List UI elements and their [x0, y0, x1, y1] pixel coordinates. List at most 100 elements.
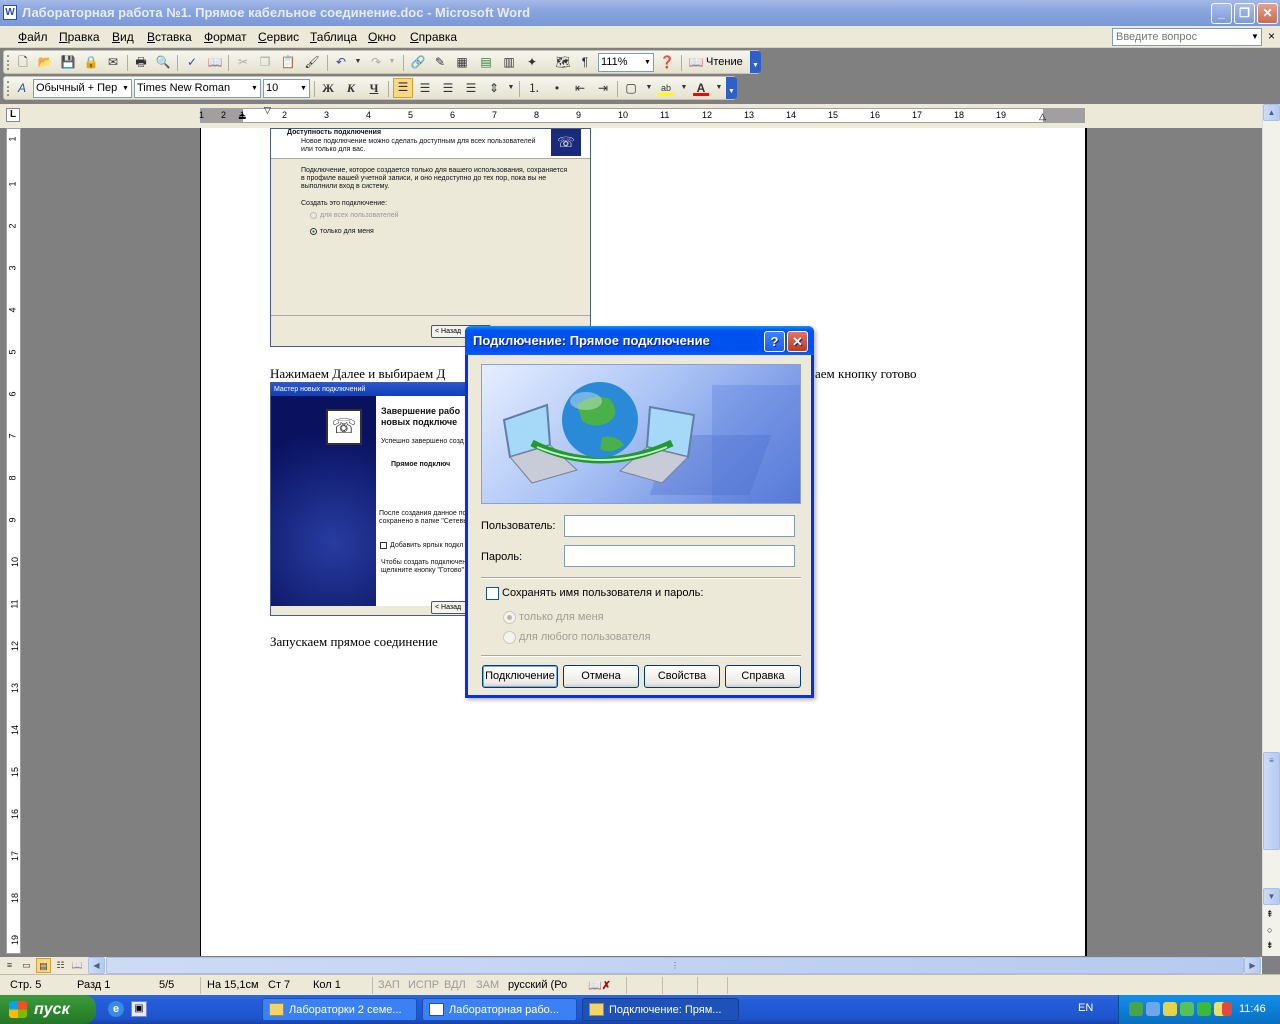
status-at[interactable]: На 15,1см	[207, 979, 259, 991]
chevron-down-icon[interactable]: ▼	[384, 54, 400, 70]
highlight-icon[interactable]: ab	[658, 80, 674, 96]
line-spacing-icon[interactable]: ⇕	[486, 80, 502, 96]
internet-explorer-icon[interactable]: e	[108, 1001, 124, 1017]
toolbar-grip[interactable]	[7, 55, 10, 70]
redo-icon[interactable]: ↷	[368, 54, 384, 70]
size-select[interactable]: 10 ▼	[263, 79, 310, 98]
hscroll-thumb[interactable]: ⋮	[106, 957, 1244, 974]
right-indent-marker[interactable]: △	[1039, 111, 1046, 122]
chevron-down-icon[interactable]: ▼	[642, 54, 653, 71]
alert-icon[interactable]	[1222, 1002, 1232, 1016]
scroll-right-icon[interactable]: ▶	[1244, 957, 1261, 974]
taskbar-item-word[interactable]: Лабораторная рабо...	[422, 998, 577, 1021]
status-ovr[interactable]: ЗАМ	[476, 979, 499, 991]
restore-button[interactable]: ❐	[1234, 3, 1255, 24]
dialog-help-button[interactable]: ?	[764, 331, 785, 352]
spelling-icon[interactable]: ✓	[184, 54, 200, 70]
print-layout-icon[interactable]: ▤	[36, 958, 51, 973]
columns-icon[interactable]: ▥	[501, 54, 517, 70]
hyperlink-icon[interactable]: 🔗	[410, 54, 426, 70]
status-col[interactable]: Кол 1	[313, 979, 341, 991]
insert-table-icon[interactable]: ▦	[454, 54, 470, 70]
chevron-down-icon[interactable]: ▼	[120, 80, 131, 97]
paste-icon[interactable]: 📋	[280, 54, 296, 70]
increase-indent-icon[interactable]: ⇥	[595, 80, 611, 96]
print-preview-icon[interactable]: 🔍	[155, 54, 171, 70]
save-icon[interactable]: 💾	[60, 54, 76, 70]
network-icon[interactable]	[1129, 1002, 1143, 1016]
status-ext[interactable]: ВДЛ	[444, 979, 466, 991]
numbering-icon[interactable]: ⒈	[526, 80, 542, 96]
cancel-button[interactable]: Отмена	[563, 665, 639, 688]
underline-button[interactable]: Ч	[366, 80, 382, 96]
status-line[interactable]: Ст 7	[268, 979, 290, 991]
zoom-select[interactable]: 111% ▼	[598, 53, 654, 72]
chevron-down-icon[interactable]: ▼	[711, 80, 727, 96]
vertical-ruler[interactable]: 11234567891011121314151617181920	[6, 128, 21, 987]
dialog-close-button[interactable]: ✕	[787, 331, 808, 352]
close-doc-icon[interactable]: ×	[1268, 29, 1275, 43]
reading-icon[interactable]: 📖	[688, 54, 704, 70]
first-line-indent-marker[interactable]: ▽	[264, 105, 271, 116]
document-map-icon[interactable]: 🗺	[555, 54, 571, 70]
security-icon[interactable]	[1163, 1002, 1177, 1016]
scroll-thumb[interactable]: ≡	[1263, 752, 1280, 850]
next-page-icon[interactable]: ⇟	[1266, 940, 1274, 951]
toolbar-grip[interactable]	[7, 81, 10, 96]
status-page[interactable]: Стр. 5	[10, 979, 41, 991]
show-formatting-icon[interactable]: ¶	[577, 54, 593, 70]
status-trk[interactable]: ИСПР	[408, 979, 439, 991]
drawing-icon[interactable]: ✦	[524, 54, 540, 70]
chevron-down-icon[interactable]: ▼	[1249, 29, 1261, 45]
horizontal-ruler[interactable]: ⏏ ▽ △ 1 2 1 2 3 4 5 6 7 8 9 10 11 12 13 14 15 16 17 18 19	[199, 105, 1085, 123]
embedded-screenshot-wizard-availability[interactable]: Доступность подключения Новое подключени…	[270, 128, 591, 347]
clock[interactable]: 11:46	[1239, 1003, 1266, 1015]
close-button[interactable]: ✕	[1257, 3, 1278, 24]
chevron-down-icon[interactable]: ▼	[350, 54, 366, 70]
browse-object-icon[interactable]: ○	[1267, 925, 1272, 935]
menu-window[interactable]: Окно	[368, 30, 396, 44]
status-language[interactable]: русский (Ро	[508, 979, 567, 991]
embedded-screenshot-wizard-complete[interactable]: Мастер новых подключений ☏ Завершение ра…	[270, 382, 470, 616]
antivirus-icon[interactable]	[1197, 1002, 1211, 1016]
cut-icon[interactable]: ✂	[235, 54, 251, 70]
scroll-left-icon[interactable]: ◀	[88, 957, 105, 974]
toolbar-options-icon[interactable]: ▼	[750, 51, 761, 73]
word-doc-icon[interactable]: W	[3, 5, 17, 20]
tables-borders-icon[interactable]: ✎	[432, 54, 448, 70]
format-painter-icon[interactable]: 🖌	[304, 54, 320, 70]
horizontal-scrollbar[interactable]: ◀ ⋮ ▶	[88, 957, 1262, 974]
web-view-icon[interactable]: ▭	[19, 958, 34, 973]
status-pages[interactable]: 5/5	[159, 979, 174, 991]
print-icon[interactable]: 🖶	[133, 54, 149, 70]
properties-button[interactable]: Свойства	[644, 665, 720, 688]
prev-page-icon[interactable]: ⇞	[1266, 909, 1274, 920]
copy-icon[interactable]: ❐	[257, 54, 273, 70]
scroll-down-icon[interactable]: ▼	[1263, 888, 1280, 905]
chevron-down-icon[interactable]: ▼	[676, 80, 692, 96]
email-icon[interactable]: ✉	[105, 54, 121, 70]
borders-icon[interactable]: ▢	[623, 80, 639, 96]
font-select[interactable]: Times New Roman ▼	[134, 79, 261, 98]
network-2-icon[interactable]	[1146, 1002, 1160, 1016]
align-left-icon[interactable]: ☰	[393, 78, 413, 98]
align-right-icon[interactable]: ☰	[440, 80, 456, 96]
help-button[interactable]: Справка	[725, 665, 801, 688]
italic-button[interactable]: К	[343, 80, 359, 96]
taskbar-item-connection[interactable]: Подключение: Прям...	[582, 998, 739, 1021]
decrease-indent-icon[interactable]: ⇤	[572, 80, 588, 96]
menu-format[interactable]: Формат	[204, 30, 247, 44]
bullets-icon[interactable]: •	[549, 80, 565, 96]
styles-icon[interactable]: A	[14, 80, 30, 96]
chevron-down-icon[interactable]: ▼	[249, 80, 260, 97]
connect-button[interactable]: Подключение	[482, 665, 558, 688]
minimize-button[interactable]: _	[1211, 3, 1232, 24]
font-color-icon[interactable]: A	[693, 80, 709, 96]
open-icon[interactable]: 📂	[37, 54, 53, 70]
align-center-icon[interactable]: ☰	[417, 80, 433, 96]
new-icon[interactable]: 🗋	[15, 54, 31, 70]
menu-file[interactable]: Файл	[18, 30, 48, 44]
chevron-down-icon[interactable]: ▼	[503, 80, 519, 96]
show-desktop-icon[interactable]: ▣	[131, 1001, 147, 1017]
language-indicator[interactable]: EN	[1078, 1002, 1093, 1014]
